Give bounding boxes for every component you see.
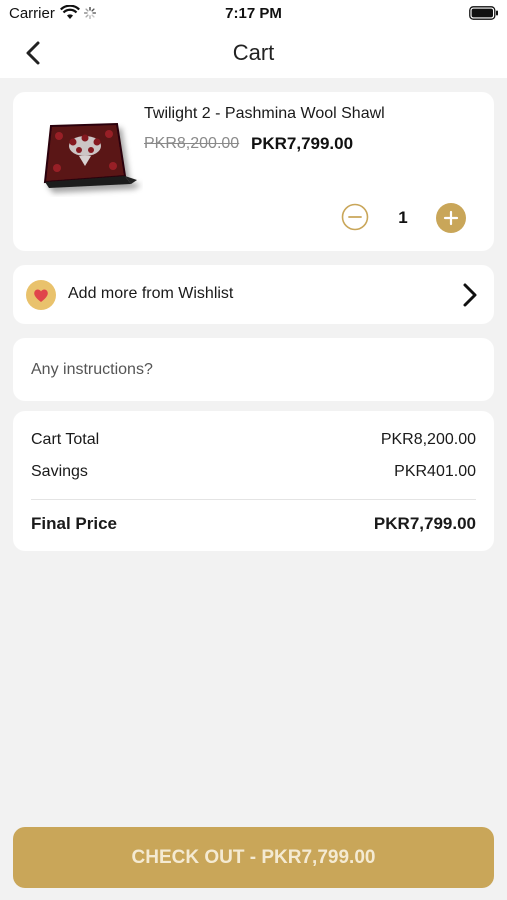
savings-value: PKR401.00: [394, 463, 476, 480]
navigation-bar: Cart: [0, 28, 507, 78]
summary-divider: [31, 499, 476, 500]
cart-total-value: PKR8,200.00: [380, 431, 476, 448]
add-from-wishlist-row[interactable]: Add more from Wishlist: [13, 265, 494, 324]
quantity-value: 1: [398, 208, 408, 227]
plus-circle-icon: [436, 203, 466, 233]
original-price: PKR8,200.00: [144, 135, 240, 152]
minus-circle-icon: [341, 203, 369, 231]
product-image: [43, 122, 137, 188]
heart-icon: [26, 280, 56, 310]
checkout-button[interactable]: CHECK OUT - PKR7,799.00: [13, 827, 494, 888]
final-price-value: PKR7,799.00: [373, 514, 476, 533]
increase-quantity-button[interactable]: [436, 203, 466, 233]
chevron-right-icon: [463, 283, 477, 307]
final-price-label: Final Price: [31, 514, 117, 533]
instructions-card: [13, 338, 494, 401]
savings-label: Savings: [31, 463, 88, 480]
checkout-button-label: CHECK OUT - PKR7,799.00: [131, 846, 376, 868]
order-summary-card: Cart Total PKR8,200.00 Savings PKR401.00…: [13, 411, 494, 551]
clock-time: 7:17 PM: [225, 5, 282, 22]
wishlist-label: Add more from Wishlist: [68, 285, 234, 302]
cart-total-label: Cart Total: [31, 431, 100, 448]
battery-icon: [469, 6, 498, 20]
page-title: Cart: [232, 40, 275, 65]
cart-item-card: Twilight 2 - Pashmina Wool Shawl PKR8,20…: [13, 92, 494, 251]
sale-price: PKR7,799.00: [251, 134, 354, 153]
product-name[interactable]: Twilight 2 - Pashmina Wool Shawl: [144, 105, 385, 123]
status-bar: Carrier 7:17 PM: [0, 0, 507, 28]
instructions-input[interactable]: [31, 356, 471, 384]
decrease-quantity-button[interactable]: [341, 203, 369, 231]
